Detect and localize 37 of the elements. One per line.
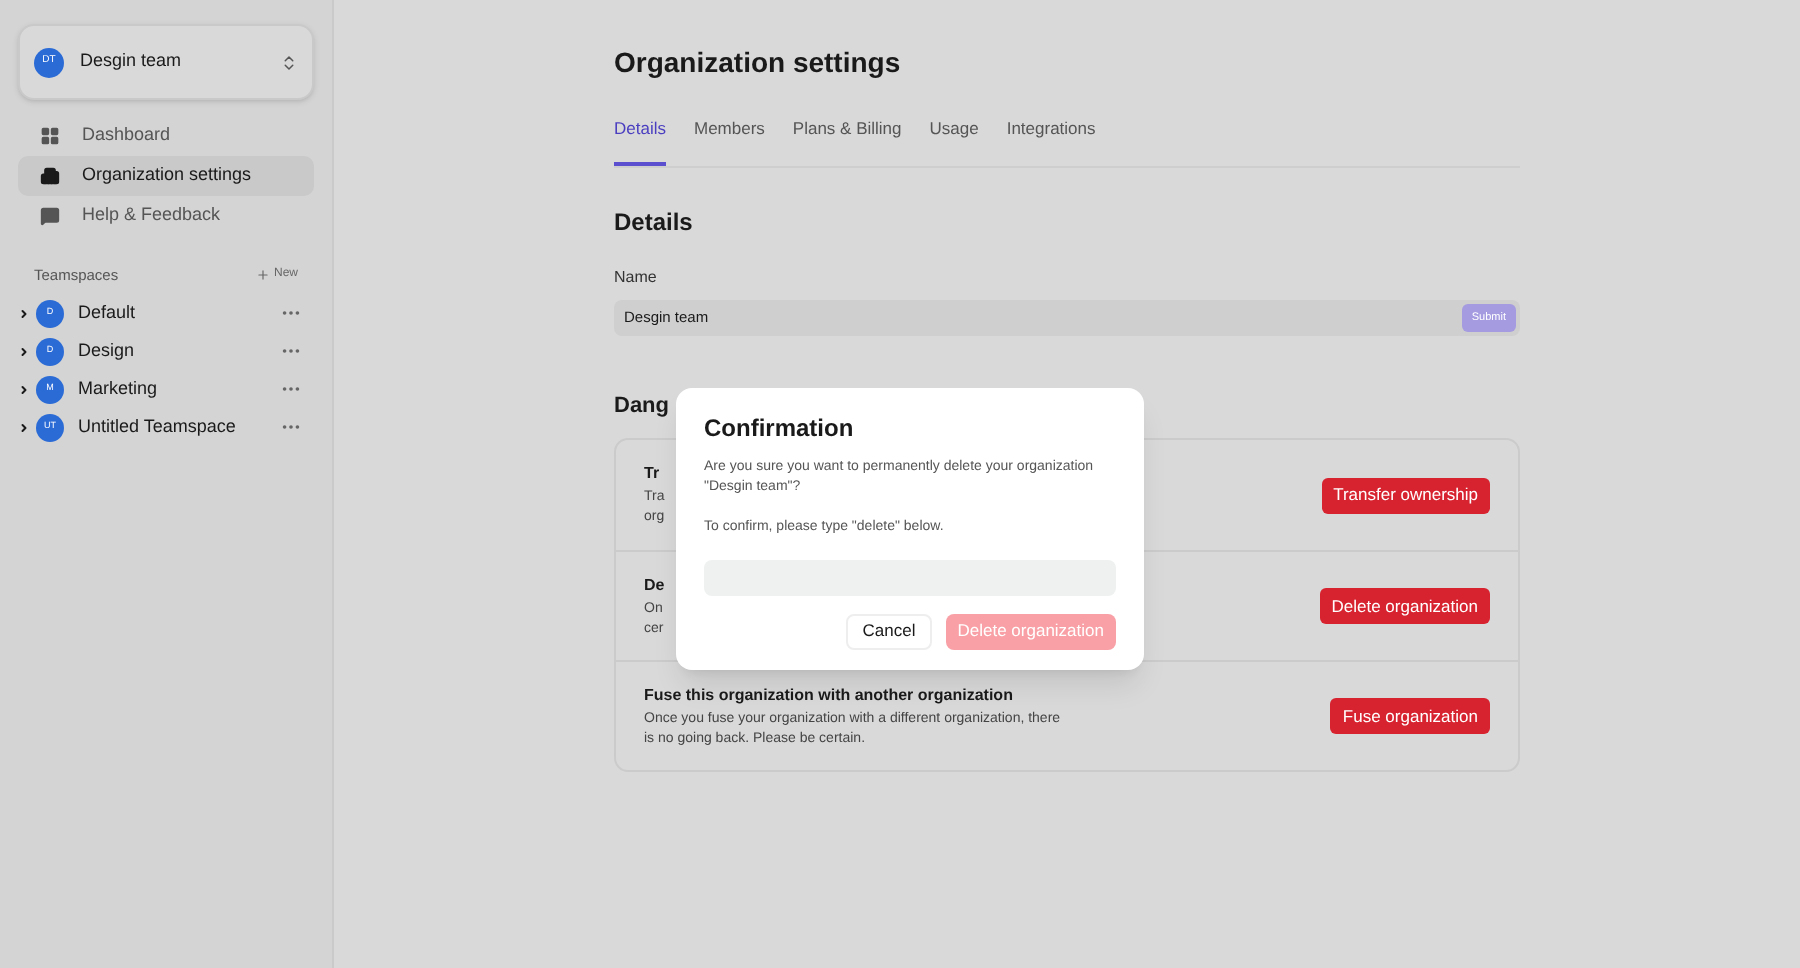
danger-button[interactable]: Transfer ownership bbox=[1321, 477, 1490, 514]
cancel-button[interactable]: Cancel bbox=[846, 613, 932, 649]
grid-icon bbox=[40, 126, 60, 146]
sidebar-item[interactable]: Dashboard bbox=[18, 116, 314, 156]
row-title: Tr bbox=[644, 462, 660, 487]
chevron-right-icon bbox=[18, 345, 30, 358]
tab[interactable]: Integrations bbox=[1006, 116, 1096, 166]
teamspace-item[interactable]: Design bbox=[78, 338, 280, 365]
danger-button[interactable]: Fuse organization bbox=[1330, 698, 1490, 735]
plus-icon bbox=[255, 268, 270, 283]
tab[interactable]: Usage bbox=[929, 116, 979, 166]
chevron-right-icon bbox=[18, 307, 30, 320]
tab[interactable]: Plans & Billing bbox=[792, 116, 902, 166]
danger-button[interactable]: Delete organization bbox=[1319, 588, 1490, 625]
expand-toggle[interactable] bbox=[18, 421, 30, 434]
tab[interactable]: Details bbox=[614, 116, 666, 166]
section-heading: Dang bbox=[614, 391, 669, 422]
sidebar-item[interactable]: Organization settings bbox=[18, 156, 314, 196]
chevron-right-icon bbox=[18, 421, 30, 434]
row-title: De bbox=[644, 573, 665, 598]
tab[interactable]: Members bbox=[693, 116, 765, 166]
teamspace-item[interactable]: Default bbox=[78, 300, 280, 327]
page-title: Organization settings bbox=[614, 44, 903, 82]
sidebar-item[interactable]: Help & Feedback bbox=[18, 196, 314, 236]
chevrons-icon bbox=[280, 53, 298, 71]
section-heading: Details bbox=[614, 205, 695, 240]
teamspace-item[interactable]: Marketing bbox=[78, 376, 280, 403]
dialog-title: Confirmation bbox=[704, 412, 856, 446]
row-title: Fuse this organization with another organization bbox=[644, 683, 1013, 708]
chevron-right-icon bbox=[18, 383, 30, 396]
expand-toggle[interactable] bbox=[18, 383, 30, 396]
building-icon bbox=[40, 166, 60, 186]
chat-bubble-icon bbox=[40, 206, 60, 226]
expand-toggle[interactable] bbox=[18, 345, 30, 358]
expand-toggle[interactable] bbox=[18, 307, 30, 320]
field-label: Name bbox=[614, 265, 659, 290]
teamspace-item[interactable]: Untitled Teamspace bbox=[78, 414, 280, 441]
